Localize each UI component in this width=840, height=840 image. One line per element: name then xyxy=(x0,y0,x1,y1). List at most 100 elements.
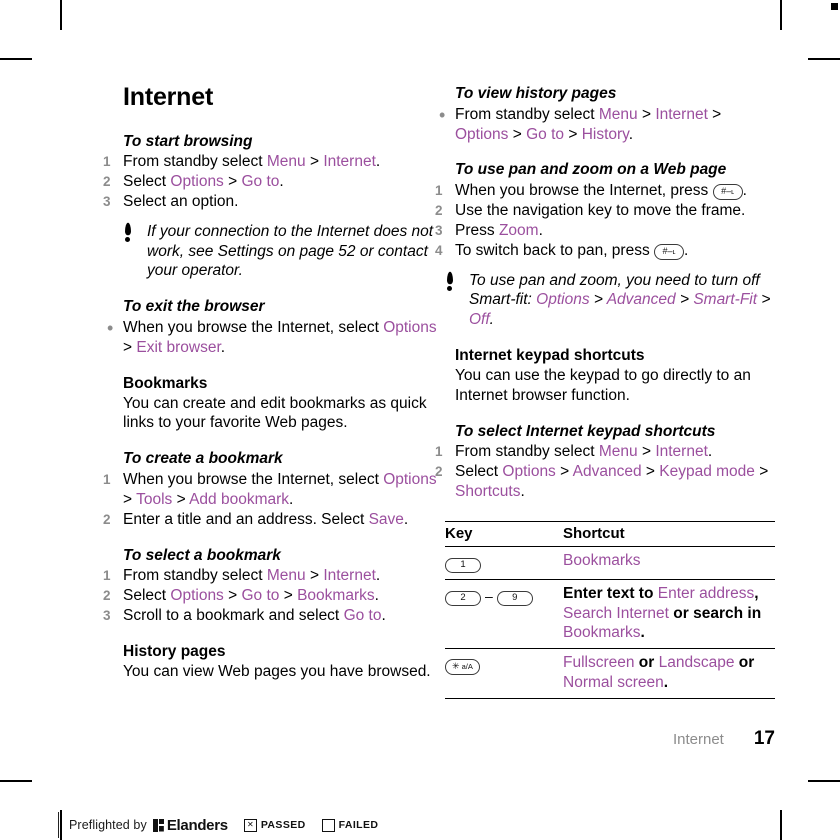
page-footer: Internet 17 xyxy=(445,728,775,750)
cell-shortcut: Bookmarks xyxy=(563,546,775,580)
step-number: 2 xyxy=(435,464,443,480)
list-item: 2 Select Options > Advanced > Keypad mode… xyxy=(435,462,775,502)
step-number: 1 xyxy=(103,154,111,170)
body-text: . xyxy=(220,338,226,356)
ui-path-text: Advanced xyxy=(572,463,642,481)
step-number: 2 xyxy=(435,203,443,219)
body-text: > xyxy=(637,443,656,461)
key-2-icon: 2 xyxy=(445,590,481,606)
ui-path-text: Options xyxy=(536,291,590,309)
body-text: > xyxy=(123,490,137,508)
ui-path-text: Go to xyxy=(241,173,280,191)
ui-path-text: Keypad mode xyxy=(659,463,755,481)
ui-path-text: Options xyxy=(170,173,224,191)
ui-path-text: Menu xyxy=(598,443,638,461)
bullet-icon: • xyxy=(107,318,114,339)
heading-to-select-a-bookmark: To select a bookmark xyxy=(123,546,281,564)
steps-to-start-browsing: 1 From standby select Menu > Internet. 2S… xyxy=(103,152,443,212)
step-number: 4 xyxy=(435,242,443,258)
body-text: Enter a title and an address. Select xyxy=(123,510,369,528)
body-text: . xyxy=(663,674,669,692)
steps-to-select-a-bookmark: 1 From standby select Menu > Internet. 2S… xyxy=(103,566,443,626)
manual-page: Internet To start browsing 1 From standby… xyxy=(0,0,840,840)
body-text: . xyxy=(403,510,409,528)
step-number: 1 xyxy=(435,183,443,199)
step-text: Select Options > Advanced > Keypad mode … xyxy=(455,463,768,500)
key-range-dash: – xyxy=(485,587,493,604)
list-item: 1 From standby select Menu > Internet. xyxy=(103,566,443,586)
step-text: From standby select Menu > Internet > Op… xyxy=(455,106,721,143)
step-number: 2 xyxy=(103,588,111,604)
note-text: To use pan and zoom, you need to turn of… xyxy=(469,272,770,329)
body-text: , xyxy=(754,584,759,602)
body-text: . xyxy=(375,567,381,585)
body-text: > xyxy=(508,125,527,143)
heading-history-pages: History pages xyxy=(123,642,226,660)
paragraph-bookmarks: You can create and edit bookmarks as qui… xyxy=(123,394,427,432)
body-text: Select xyxy=(123,173,171,191)
cell-shortcut: Enter text to Enter address, Search Inte… xyxy=(563,579,775,650)
paragraph-internet-keypad-shortcuts: You can use the keypad to go directly to… xyxy=(455,366,751,404)
list-item: 3 Scroll to a bookmark and select Go to. xyxy=(103,606,443,626)
step-number: 3 xyxy=(435,222,443,238)
body-text: > xyxy=(707,105,722,123)
body-text: . xyxy=(381,607,386,625)
key-1-icon: 1 xyxy=(445,557,481,573)
step-text: From standby select Menu > Internet. xyxy=(455,443,712,460)
list-item: 3 Select an option. xyxy=(103,192,443,212)
step-text: Use the navigation key to move the frame… xyxy=(455,202,746,220)
heading-bookmarks: Bookmarks xyxy=(123,374,208,392)
body-text: > xyxy=(757,291,771,309)
table-header-row: Key Shortcut xyxy=(445,520,775,547)
body-text: Enter text to xyxy=(563,584,658,602)
steps-to-select-internet-keypad-shortcuts: 1 From standby select Menu > Internet. 2S… xyxy=(435,442,775,502)
hash-key-icon: #–ʟ xyxy=(712,184,743,201)
table-row: 2–9 Enter text to Enter address, Search … xyxy=(445,579,775,650)
body-text: . xyxy=(628,125,634,143)
list-item: 1 From standby select Menu > Internet. xyxy=(435,442,775,462)
body-text: > xyxy=(172,490,190,508)
exclamation-icon xyxy=(445,271,454,294)
step-text: To switch back to pan, press #–ʟ. xyxy=(455,241,689,260)
note-smart-fit: To use pan and zoom, you need to turn of… xyxy=(446,271,785,330)
body-text: Select xyxy=(455,463,503,481)
ui-path-text: Shortcuts xyxy=(455,483,521,501)
list-item: 2 Select Options > Go to > Bookmarks. xyxy=(103,586,443,606)
ui-path-text: Off xyxy=(469,311,490,329)
body-text: . xyxy=(520,483,525,501)
step-number: 2 xyxy=(103,174,111,190)
body-text: . xyxy=(279,173,284,191)
step-number: 1 xyxy=(435,444,443,460)
heading-to-start-browsing: To start browsing xyxy=(123,132,253,150)
ui-path-text: Tools xyxy=(136,490,173,508)
body-text: . xyxy=(707,443,713,461)
ui-path-text: Internet xyxy=(323,567,376,585)
list-item: • When you browse the Internet, select Op… xyxy=(107,318,443,358)
ui-path-text: Smart-Fit xyxy=(693,291,758,309)
step-text: When you browse the Internet, select Opt… xyxy=(123,471,437,508)
body-text: When you browse the Internet, select xyxy=(123,319,384,337)
body-text: Select xyxy=(123,587,171,605)
failed-label: FAILED xyxy=(338,819,379,831)
ui-path-text: Go to xyxy=(241,587,280,605)
key-star-icon: ✳ a/A xyxy=(445,659,480,676)
list-item: 1 When you browse the Internet, select Op… xyxy=(103,470,443,510)
list-item: • From standby select Menu > Internet > O… xyxy=(439,105,775,145)
failed-checkbox-icon xyxy=(321,818,335,832)
body-text: . xyxy=(289,490,294,508)
heading-to-use-pan-and-zoom: To use pan and zoom on a Web page xyxy=(455,161,727,179)
ui-path-text: Save xyxy=(368,510,404,528)
steps-to-create-a-bookmark: 1 When you browse the Internet, select Op… xyxy=(103,470,443,529)
ui-path-text: Landscape xyxy=(658,654,735,672)
steps-to-view-history-pages: • From standby select Menu > Internet > O… xyxy=(439,105,775,145)
paragraph-history-pages: You can view Web pages you have browsed. xyxy=(123,662,431,680)
body-text: > xyxy=(589,291,607,309)
ui-path-text: Bookmarks xyxy=(297,587,375,605)
ui-path-text: History xyxy=(581,125,629,143)
body-text: Press xyxy=(455,221,499,239)
body-text: From standby select xyxy=(123,567,267,585)
preflight-text: Preflighted by xyxy=(69,818,147,832)
ui-path-text: Enter address xyxy=(657,584,755,602)
list-item: 2 Use the navigation key to move the fra… xyxy=(435,201,775,221)
body-text: > xyxy=(754,463,769,481)
